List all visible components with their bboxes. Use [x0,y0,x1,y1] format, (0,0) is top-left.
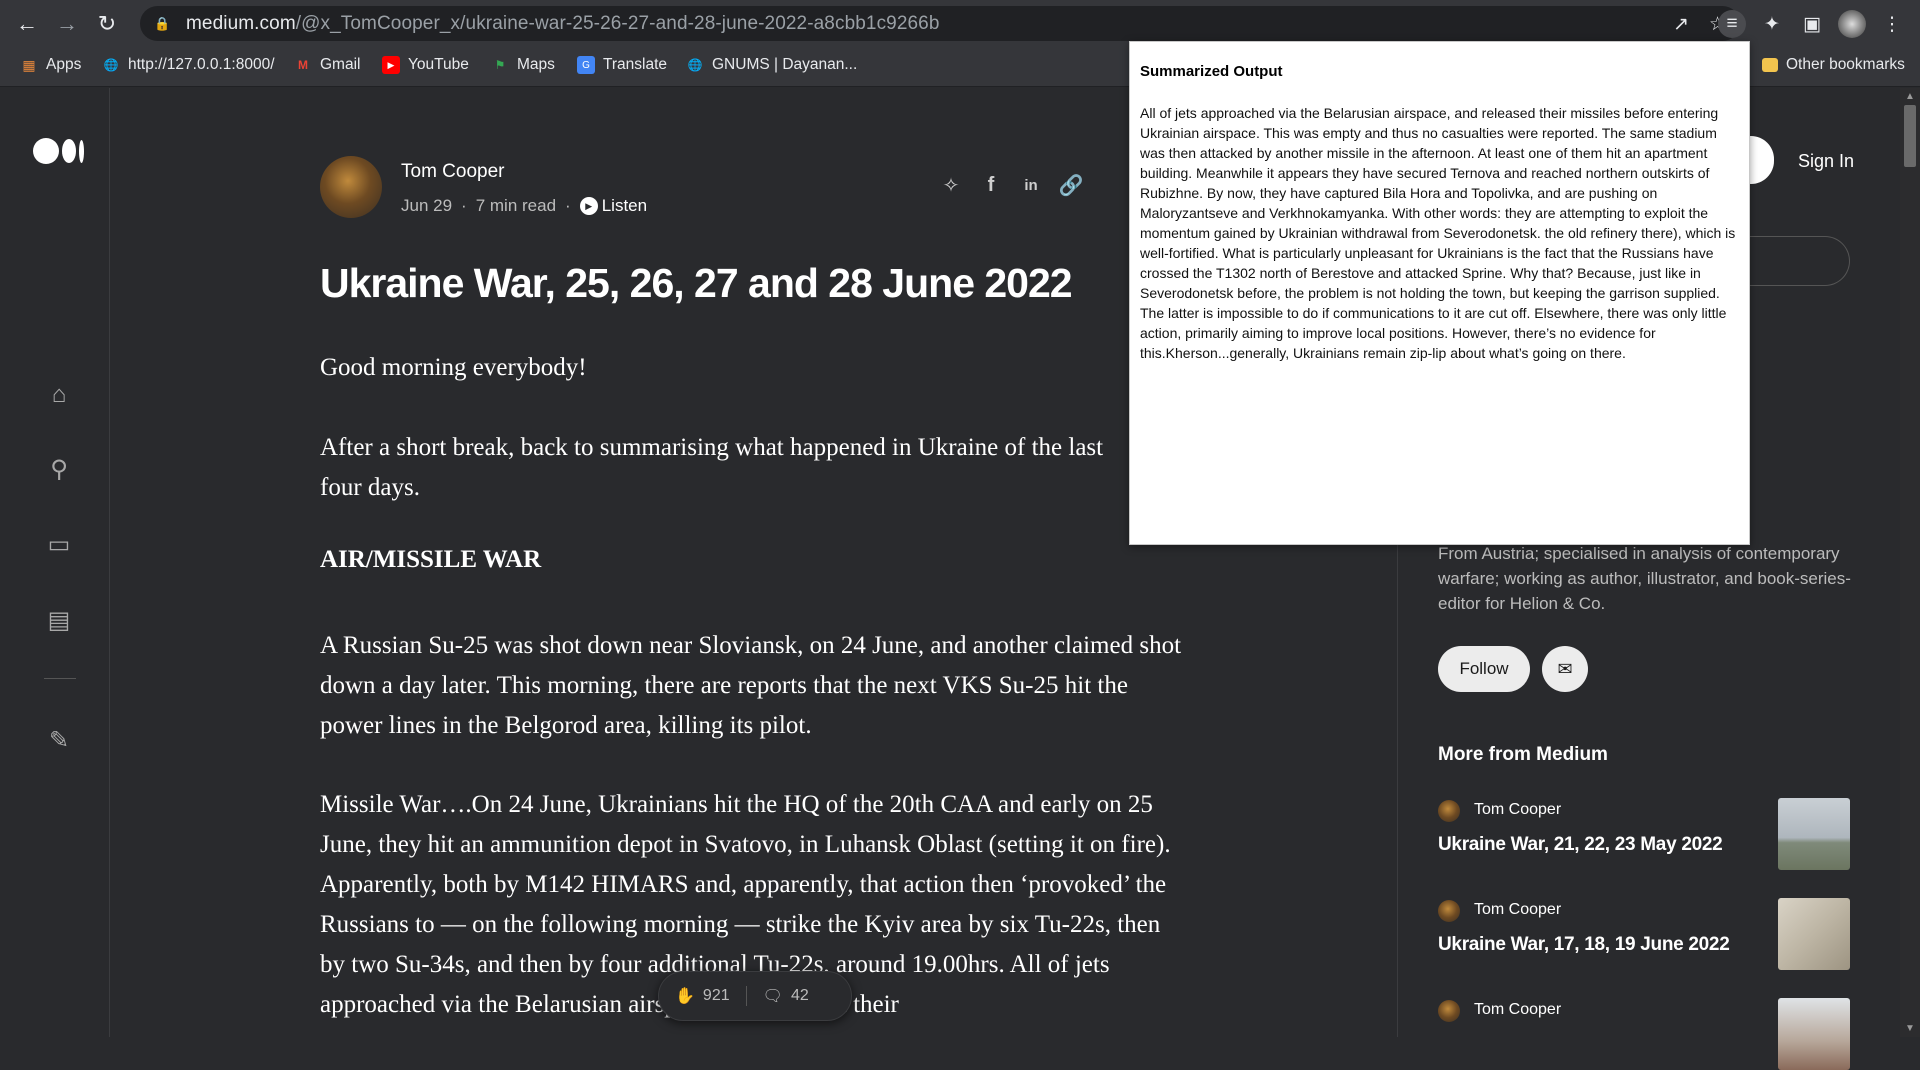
bookmark-apps[interactable]: ▦ Apps [20,56,81,74]
author-avatar [1438,1000,1460,1022]
more-item-title[interactable]: Ukraine War, 21, 22, 23 May 2022 [1438,834,1723,856]
author-avatar [1438,900,1460,922]
article-meta: Jun 29 · 7 min read · ▶ Listen [401,196,647,216]
extensions-puzzle-icon[interactable]: ✦ [1758,10,1786,38]
listen-label: Listen [601,196,648,215]
bookmark-label: Gmail [320,56,361,73]
author-avatar[interactable] [320,156,382,218]
read-time: 7 min read [475,196,557,215]
sign-in-link[interactable]: Sign In [1798,151,1854,172]
side-panel-icon[interactable]: ▣ [1798,10,1826,38]
meta-separator: · [461,196,467,215]
more-item-thumbnail[interactable] [1778,998,1850,1070]
scroll-down-arrow-icon[interactable]: ▼ [1905,1023,1915,1034]
globe-icon: 🌐 [687,58,703,72]
address-bar[interactable]: 🔒 medium.com/@x_TomCooper_x/ukraine-war-… [140,6,1740,41]
apps-grid-icon: ▦ [22,56,36,73]
bookmark-gmail[interactable]: M Gmail [294,56,360,74]
globe-icon: 🌐 [103,58,119,72]
browser-toolbar: ← → ↻ 🔒 medium.com/@x_TomCooper_x/ukrain… [0,0,1920,47]
medium-logo[interactable] [33,138,84,164]
forward-arrow-icon[interactable]: → [52,9,82,39]
url-host: medium.com [186,12,296,34]
share-page-icon[interactable]: ↗ [1673,13,1689,36]
more-from-medium-heading: More from Medium [1438,744,1608,765]
follow-button[interactable]: Follow [1438,646,1530,692]
article-title: Ukraine War, 25, 26, 27 and 28 June 2022 [320,260,1073,306]
section-heading: AIR/MISSILE WAR [320,546,542,573]
page-scrollbar[interactable]: ▲ ▼ [1900,88,1920,1037]
meta-separator: · [565,196,571,215]
chrome-menu-icon[interactable]: ⋮ [1878,10,1906,38]
facebook-icon[interactable]: f [980,174,1002,196]
folder-icon [1762,58,1778,72]
bookmark-label: Apps [46,56,82,73]
write-edit-icon[interactable]: ✎ [44,725,74,755]
popup-title: Summarized Output [1140,63,1283,80]
paragraph: A Russian Su-25 was shot down near Slovi… [320,632,1182,739]
home-icon[interactable]: ⌂ [44,380,74,410]
gmail-icon: M [298,58,308,72]
summarizer-popup: Summarized Output All of jets approached… [1129,41,1750,545]
clap-button[interactable]: ✋ 921 [659,986,746,1006]
bookmark-maps[interactable]: ⚑ Maps [491,56,555,74]
publish-date: Jun 29 [401,196,453,215]
bookmark-label: Translate [603,56,668,73]
bookmark-label: http://127.0.0.1:8000/ [128,56,275,73]
other-bookmarks-label: Other bookmarks [1786,56,1905,73]
translate-icon: G [577,56,595,74]
stories-document-icon[interactable]: ▤ [44,605,74,635]
author-bio: From Austria; specialised in analysis of… [1438,544,1851,613]
author-name[interactable]: Tom Cooper [401,161,505,183]
linkedin-icon[interactable]: in [1020,174,1042,196]
youtube-icon: ▶ [382,56,400,74]
url-path: /@x_TomCooper_x/ukraine-war-25-26-27-and… [295,12,940,34]
maps-pin-icon: ⚑ [494,58,506,72]
scrollbar-thumb[interactable] [1904,105,1916,167]
search-input[interactable] [1738,236,1850,286]
clap-count: 921 [702,987,730,1004]
bookmark-label: YouTube [408,56,469,73]
bookmark-translate[interactable]: G Translate [577,56,667,74]
bookmark-gnums[interactable]: 🌐 GNUMS | Dayanan... [686,56,858,74]
reload-icon[interactable]: ↻ [92,9,122,39]
paragraph: Good morning everybody! [320,354,587,381]
url-text[interactable]: medium.com/@x_TomCooper_x/ukraine-war-25… [186,13,940,35]
profile-avatar[interactable] [1838,10,1866,38]
play-icon: ▶ [579,197,598,215]
left-nav-rail: ⌂ ⚲ ▭ ▤ ✎ [0,88,110,1037]
more-item-author[interactable]: Tom Cooper [1474,801,1561,819]
bookmarks-list-icon[interactable]: ▭ [44,529,74,559]
reading-list-icon[interactable]: ≡ [1718,10,1746,38]
other-bookmarks[interactable]: Other bookmarks [1762,56,1905,74]
clap-hands-icon: ✋ [675,988,695,1005]
comment-bubble-icon: 🗨 [762,988,783,1005]
notifications-bell-icon[interactable]: ⚲ [44,454,74,484]
twitter-icon[interactable]: ✧ [940,174,962,197]
share-icons: ✧ f in 🔗 [940,174,1084,197]
bookmark-youtube[interactable]: ▶ YouTube [382,56,469,74]
rail-divider [44,678,76,679]
bookmark-label: Maps [517,56,555,73]
listen-button[interactable]: ▶ Listen [579,196,648,216]
responses-button[interactable]: 🗨 42 [747,986,825,1006]
clap-response-bar: ✋ 921 🗨 42 [658,971,852,1021]
more-item-title[interactable]: Ukraine War, 17, 18, 19 June 2022 [1438,934,1730,956]
back-arrow-icon[interactable]: ← [12,9,42,39]
copy-link-icon[interactable]: 🔗 [1059,174,1084,197]
author-avatar [1438,800,1460,822]
more-item-thumbnail[interactable] [1778,898,1850,970]
lock-icon: 🔒 [154,15,171,31]
more-item-author[interactable]: Tom Cooper [1474,1001,1561,1019]
subscribe-email-icon[interactable]: ✉ [1542,646,1588,692]
bookmark-label: GNUMS | Dayanan... [712,56,858,73]
scroll-up-arrow-icon[interactable]: ▲ [1905,91,1915,102]
bookmark-localhost[interactable]: 🌐 http://127.0.0.1:8000/ [102,56,275,74]
summary-text: All of jets approached via the Belarusia… [1140,105,1736,361]
more-item-thumbnail[interactable] [1778,798,1850,870]
more-item-author[interactable]: Tom Cooper [1474,901,1561,919]
response-count: 42 [790,987,809,1004]
paragraph: After a short break, back to summarising… [320,434,1104,501]
